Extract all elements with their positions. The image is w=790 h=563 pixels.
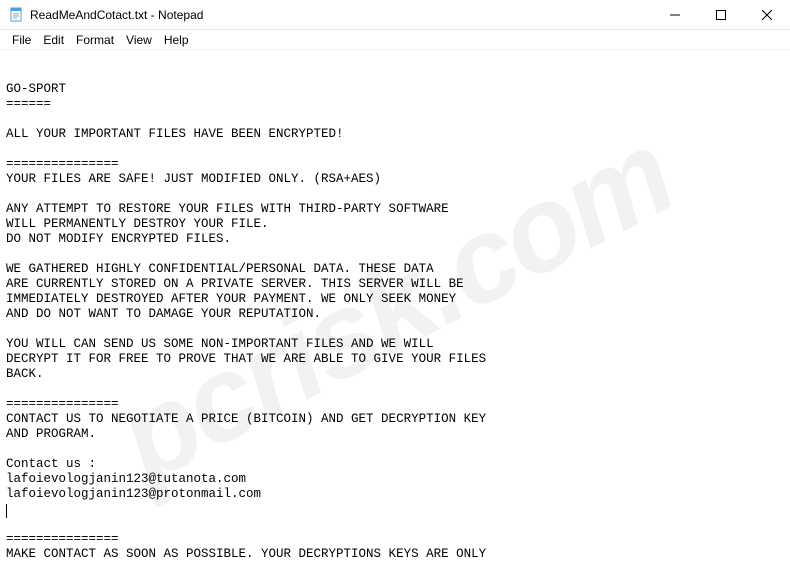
text-line: GO-SPORT [6,82,66,96]
notepad-icon [8,7,24,23]
close-icon [762,10,772,20]
text-line: DECRYPT IT FOR FREE TO PROVE THAT WE ARE… [6,352,486,366]
text-line: CONTACT US TO NEGOTIATE A PRICE (BITCOIN… [6,412,486,426]
text-line: WE GATHERED HIGHLY CONFIDENTIAL/PERSONAL… [6,262,434,276]
text-line: AND DO NOT WANT TO DAMAGE YOUR REPUTATIO… [6,307,321,321]
titlebar: ReadMeAndCotact.txt - Notepad [0,0,790,30]
text-area[interactable]: pcrisk.com GO-SPORT ====== ALL YOUR IMPO… [0,50,790,563]
text-line: IMMEDIATELY DESTROYED AFTER YOUR PAYMENT… [6,292,456,306]
text-line: MAKE CONTACT AS SOON AS POSSIBLE. YOUR D… [6,547,486,561]
text-line: YOUR FILES ARE SAFE! JUST MODIFIED ONLY.… [6,172,381,186]
text-line: YOU WILL CAN SEND US SOME NON-IMPORTANT … [6,337,434,351]
text-line: =============== [6,532,119,546]
text-line: ====== [6,97,51,111]
maximize-button[interactable] [698,0,744,30]
menu-format[interactable]: Format [70,31,120,49]
text-line: AND PROGRAM. [6,427,96,441]
text-line: ARE CURRENTLY STORED ON A PRIVATE SERVER… [6,277,464,291]
menu-view[interactable]: View [120,31,158,49]
menu-help[interactable]: Help [158,31,195,49]
menu-edit[interactable]: Edit [37,31,70,49]
text-line: ANY ATTEMPT TO RESTORE YOUR FILES WITH T… [6,202,449,216]
text-line: =============== [6,157,119,171]
text-line: WILL PERMANENTLY DESTROY YOUR FILE. [6,217,269,231]
window-controls [652,0,790,29]
text-line: lafoievologjanin123@protonmail.com [6,487,261,501]
text-line: =============== [6,397,119,411]
text-line: ALL YOUR IMPORTANT FILES HAVE BEEN ENCRY… [6,127,344,141]
text-line: BACK. [6,367,44,381]
text-line: DO NOT MODIFY ENCRYPTED FILES. [6,232,231,246]
minimize-icon [670,10,680,20]
maximize-icon [716,10,726,20]
text-caret [6,502,7,516]
window-title: ReadMeAndCotact.txt - Notepad [30,8,203,22]
menu-file[interactable]: File [6,31,37,49]
text-line: lafoievologjanin123@tutanota.com [6,472,246,486]
close-button[interactable] [744,0,790,30]
minimize-button[interactable] [652,0,698,30]
menubar: File Edit Format View Help [0,30,790,50]
titlebar-left: ReadMeAndCotact.txt - Notepad [0,7,203,23]
text-line: Contact us : [6,457,96,471]
